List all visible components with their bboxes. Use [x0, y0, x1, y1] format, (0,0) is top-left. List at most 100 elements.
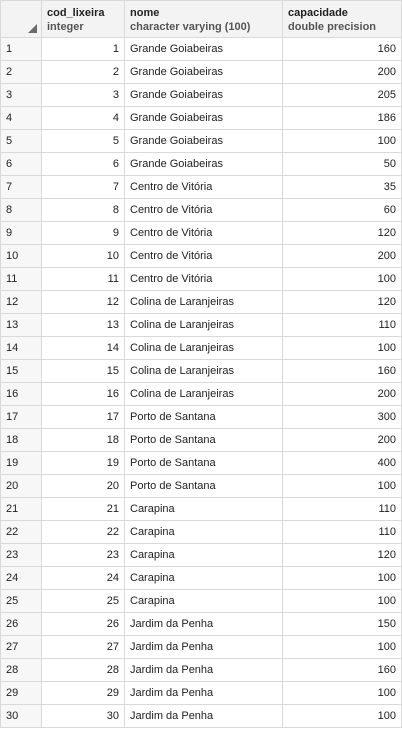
column-header-capacidade[interactable]: capacidade double precision: [282, 0, 402, 38]
row-number-cell[interactable]: 29: [0, 681, 42, 705]
cod-lixeira-cell[interactable]: 7: [41, 175, 125, 199]
nome-cell[interactable]: Grande Goiabeiras: [124, 83, 283, 107]
table-row[interactable]: 1 1 Grande Goiabeiras 160: [0, 37, 402, 61]
capacidade-cell[interactable]: 200: [282, 60, 402, 84]
row-number-cell[interactable]: 15: [0, 359, 42, 383]
select-all-icon[interactable]: [28, 24, 37, 33]
table-row[interactable]: 12 12 Colina de Laranjeiras 120: [0, 290, 402, 314]
cod-lixeira-cell[interactable]: 27: [41, 635, 125, 659]
capacidade-cell[interactable]: 120: [282, 221, 402, 245]
cod-lixeira-cell[interactable]: 4: [41, 106, 125, 130]
nome-cell[interactable]: Centro de Vitória: [124, 175, 283, 199]
capacidade-cell[interactable]: 100: [282, 681, 402, 705]
capacidade-cell[interactable]: 205: [282, 83, 402, 107]
nome-cell[interactable]: Carapina: [124, 520, 283, 544]
cod-lixeira-cell[interactable]: 1: [41, 37, 125, 61]
table-row[interactable]: 30 30 Jardim da Penha 100: [0, 704, 402, 728]
table-row[interactable]: 29 29 Jardim da Penha 100: [0, 681, 402, 705]
nome-cell[interactable]: Grande Goiabeiras: [124, 129, 283, 153]
cod-lixeira-cell[interactable]: 11: [41, 267, 125, 291]
row-number-cell[interactable]: 12: [0, 290, 42, 314]
cod-lixeira-cell[interactable]: 23: [41, 543, 125, 567]
row-number-cell[interactable]: 28: [0, 658, 42, 682]
row-number-cell[interactable]: 22: [0, 520, 42, 544]
nome-cell[interactable]: Grande Goiabeiras: [124, 60, 283, 84]
nome-cell[interactable]: Carapina: [124, 589, 283, 613]
nome-cell[interactable]: Colina de Laranjeiras: [124, 336, 283, 360]
nome-cell[interactable]: Porto de Santana: [124, 451, 283, 475]
nome-cell[interactable]: Colina de Laranjeiras: [124, 313, 283, 337]
table-row[interactable]: 5 5 Grande Goiabeiras 100: [0, 129, 402, 153]
cod-lixeira-cell[interactable]: 24: [41, 566, 125, 590]
cod-lixeira-cell[interactable]: 29: [41, 681, 125, 705]
capacidade-cell[interactable]: 300: [282, 405, 402, 429]
nome-cell[interactable]: Jardim da Penha: [124, 658, 283, 682]
cod-lixeira-cell[interactable]: 16: [41, 382, 125, 406]
capacidade-cell[interactable]: 100: [282, 129, 402, 153]
nome-cell[interactable]: Centro de Vitória: [124, 198, 283, 222]
row-number-cell[interactable]: 7: [0, 175, 42, 199]
capacidade-cell[interactable]: 150: [282, 612, 402, 636]
row-number-cell[interactable]: 23: [0, 543, 42, 567]
nome-cell[interactable]: Porto de Santana: [124, 474, 283, 498]
table-row[interactable]: 15 15 Colina de Laranjeiras 160: [0, 359, 402, 383]
cod-lixeira-cell[interactable]: 20: [41, 474, 125, 498]
nome-cell[interactable]: Colina de Laranjeiras: [124, 359, 283, 383]
capacidade-cell[interactable]: 100: [282, 589, 402, 613]
nome-cell[interactable]: Centro de Vitória: [124, 221, 283, 245]
cod-lixeira-cell[interactable]: 30: [41, 704, 125, 728]
row-number-cell[interactable]: 4: [0, 106, 42, 130]
table-row[interactable]: 2 2 Grande Goiabeiras 200: [0, 60, 402, 84]
nome-cell[interactable]: Carapina: [124, 543, 283, 567]
table-row[interactable]: 6 6 Grande Goiabeiras 50: [0, 152, 402, 176]
row-number-cell[interactable]: 24: [0, 566, 42, 590]
select-all-corner[interactable]: [0, 0, 42, 38]
cod-lixeira-cell[interactable]: 14: [41, 336, 125, 360]
table-row[interactable]: 9 9 Centro de Vitória 120: [0, 221, 402, 245]
table-row[interactable]: 7 7 Centro de Vitória 35: [0, 175, 402, 199]
capacidade-cell[interactable]: 100: [282, 474, 402, 498]
row-number-cell[interactable]: 6: [0, 152, 42, 176]
capacidade-cell[interactable]: 110: [282, 313, 402, 337]
capacidade-cell[interactable]: 100: [282, 704, 402, 728]
table-row[interactable]: 14 14 Colina de Laranjeiras 100: [0, 336, 402, 360]
nome-cell[interactable]: Porto de Santana: [124, 405, 283, 429]
table-row[interactable]: 20 20 Porto de Santana 100: [0, 474, 402, 498]
row-number-cell[interactable]: 14: [0, 336, 42, 360]
table-row[interactable]: 27 27 Jardim da Penha 100: [0, 635, 402, 659]
nome-cell[interactable]: Centro de Vitória: [124, 267, 283, 291]
capacidade-cell[interactable]: 100: [282, 267, 402, 291]
nome-cell[interactable]: Carapina: [124, 497, 283, 521]
table-row[interactable]: 19 19 Porto de Santana 400: [0, 451, 402, 475]
cod-lixeira-cell[interactable]: 26: [41, 612, 125, 636]
table-row[interactable]: 21 21 Carapina 110: [0, 497, 402, 521]
cod-lixeira-cell[interactable]: 10: [41, 244, 125, 268]
nome-cell[interactable]: Colina de Laranjeiras: [124, 382, 283, 406]
cod-lixeira-cell[interactable]: 6: [41, 152, 125, 176]
cod-lixeira-cell[interactable]: 25: [41, 589, 125, 613]
cod-lixeira-cell[interactable]: 8: [41, 198, 125, 222]
cod-lixeira-cell[interactable]: 17: [41, 405, 125, 429]
row-number-cell[interactable]: 18: [0, 428, 42, 452]
table-row[interactable]: 11 11 Centro de Vitória 100: [0, 267, 402, 291]
row-number-cell[interactable]: 1: [0, 37, 42, 61]
table-row[interactable]: 16 16 Colina de Laranjeiras 200: [0, 382, 402, 406]
table-row[interactable]: 13 13 Colina de Laranjeiras 110: [0, 313, 402, 337]
table-row[interactable]: 18 18 Porto de Santana 200: [0, 428, 402, 452]
capacidade-cell[interactable]: 120: [282, 290, 402, 314]
cod-lixeira-cell[interactable]: 2: [41, 60, 125, 84]
row-number-cell[interactable]: 11: [0, 267, 42, 291]
cod-lixeira-cell[interactable]: 5: [41, 129, 125, 153]
column-header-nome[interactable]: nome character varying (100): [124, 0, 283, 38]
table-row[interactable]: 8 8 Centro de Vitória 60: [0, 198, 402, 222]
nome-cell[interactable]: Jardim da Penha: [124, 635, 283, 659]
column-header-cod-lixeira[interactable]: cod_lixeira integer: [41, 0, 125, 38]
nome-cell[interactable]: Colina de Laranjeiras: [124, 290, 283, 314]
nome-cell[interactable]: Porto de Santana: [124, 428, 283, 452]
row-number-cell[interactable]: 16: [0, 382, 42, 406]
row-number-cell[interactable]: 9: [0, 221, 42, 245]
capacidade-cell[interactable]: 50: [282, 152, 402, 176]
table-row[interactable]: 17 17 Porto de Santana 300: [0, 405, 402, 429]
cod-lixeira-cell[interactable]: 3: [41, 83, 125, 107]
nome-cell[interactable]: Carapina: [124, 566, 283, 590]
